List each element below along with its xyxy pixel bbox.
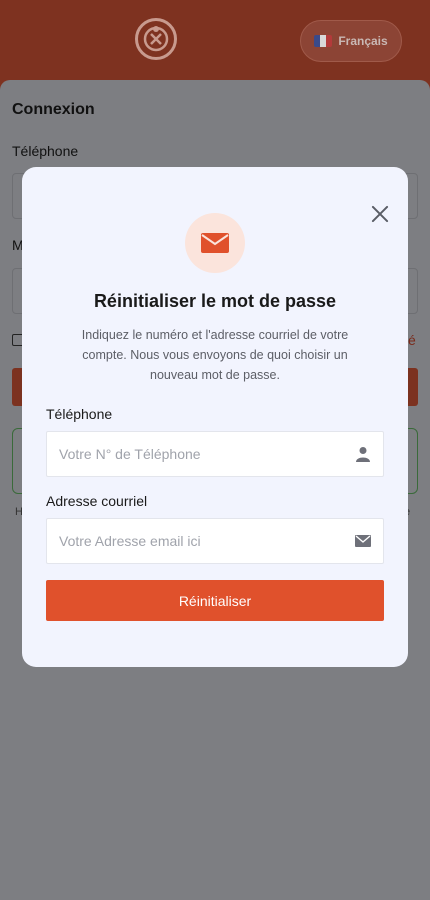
email-field[interactable] — [46, 518, 384, 564]
mail-icon-badge — [185, 213, 245, 273]
phone-input[interactable] — [47, 432, 347, 476]
modal-title: Réinitialiser le mot de passe — [93, 291, 337, 311]
language-selector[interactable]: Français — [300, 20, 402, 62]
user-icon — [356, 447, 370, 462]
modal-description: Indiquez le numéro et l'adresse courriel… — [81, 328, 349, 382]
logo[interactable] — [135, 18, 177, 60]
login-phone-label: Téléphone — [12, 143, 79, 159]
reset-password-modal: Réinitialiser le mot de passe Indiquez l… — [22, 167, 408, 667]
phone-field[interactable] — [46, 431, 384, 477]
france-flag-icon — [314, 35, 333, 47]
language-label: Français — [338, 34, 388, 48]
email-input[interactable] — [47, 519, 347, 563]
close-icon[interactable] — [370, 204, 390, 224]
email-label: Adresse courriel — [46, 493, 148, 509]
mail-icon — [201, 233, 229, 253]
phone-label: Téléphone — [46, 406, 113, 422]
login-title: Connexion — [12, 101, 95, 118]
logo-icon — [143, 26, 169, 52]
reset-button[interactable]: Réinitialiser — [46, 580, 384, 621]
app-header: Français — [0, 0, 430, 90]
envelope-icon — [355, 535, 371, 547]
forgot-password-link[interactable]: é — [408, 332, 416, 348]
